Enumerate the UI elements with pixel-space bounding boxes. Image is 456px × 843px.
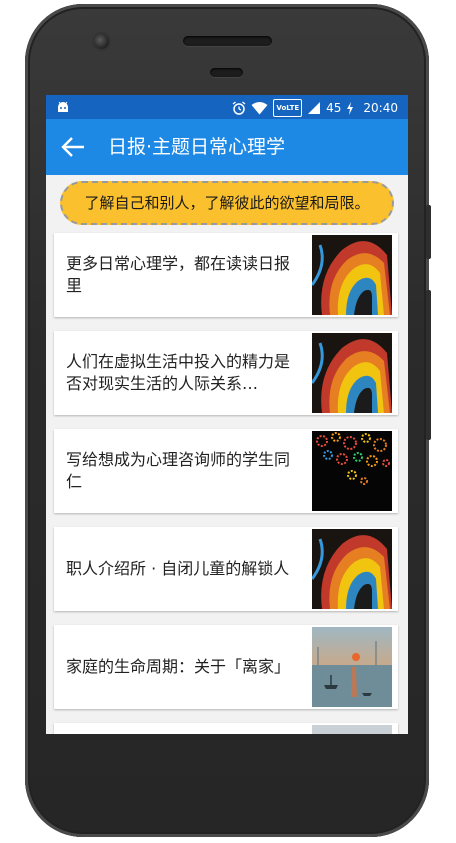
app-bar: 日报·主题日常心理学	[46, 119, 408, 175]
story-thumbnail	[312, 725, 392, 734]
arrow-left-icon[interactable]	[60, 135, 86, 159]
story-title: 更多日常心理学，都在读读日报里	[66, 254, 291, 295]
story-title: 人们在虚拟生活中投入的精力是否对现实生活的人际关系…	[66, 352, 291, 393]
status-bar: VoLTE 45 20:40	[46, 95, 408, 119]
proximity-sensor	[210, 68, 243, 77]
alarm-icon	[233, 101, 246, 115]
abstract-head-image	[312, 333, 392, 413]
list-item[interactable]	[54, 723, 398, 734]
phone-screen: VoLTE 45 20:40 日报·主题日常心理学 了解自己和别人，了解彼此的欲…	[46, 95, 408, 734]
battery-level: 45	[326, 101, 342, 115]
signal-icon	[308, 102, 321, 114]
story-list[interactable]: 了解自己和别人，了解彼此的欲望和局限。 更多日常心理学，都在读读日报里 人们在虚…	[46, 175, 408, 734]
story-title: 职人介绍所 · 自闭儿童的解锁人	[66, 559, 290, 578]
theme-description-banner: 了解自己和别人，了解彼此的欲望和局限。	[60, 181, 394, 225]
volte-badge: VoLTE	[273, 99, 303, 117]
list-item[interactable]: 人们在虚拟生活中投入的精力是否对现实生活的人际关系…	[54, 331, 398, 415]
impressionist-harbor-painting	[312, 627, 392, 707]
clock: 20:40	[363, 101, 398, 115]
android-icon	[58, 101, 68, 112]
abstract-head-image	[312, 235, 392, 315]
list-item[interactable]: 更多日常心理学，都在读读日报里	[54, 233, 398, 317]
earpiece-speaker	[183, 36, 272, 46]
battery-charging-icon	[347, 101, 354, 115]
front-camera	[94, 34, 109, 49]
volume-button	[426, 205, 431, 259]
wifi-icon	[251, 101, 268, 114]
list-item[interactable]: 写给想成为心理咨询师的学生同仁	[54, 429, 398, 513]
story-title: 写给想成为心理咨询师的学生同仁	[66, 450, 291, 491]
abstract-head-image	[312, 529, 392, 609]
list-item[interactable]: 职人介绍所 · 自闭儿童的解锁人	[54, 527, 398, 611]
gears-on-black-image	[312, 431, 392, 511]
power-button	[426, 290, 431, 440]
page-title: 日报·主题日常心理学	[108, 136, 286, 158]
story-title: 家庭的生命周期：关于「离家」	[66, 657, 291, 676]
list-item[interactable]: 家庭的生命周期：关于「离家」	[54, 625, 398, 709]
